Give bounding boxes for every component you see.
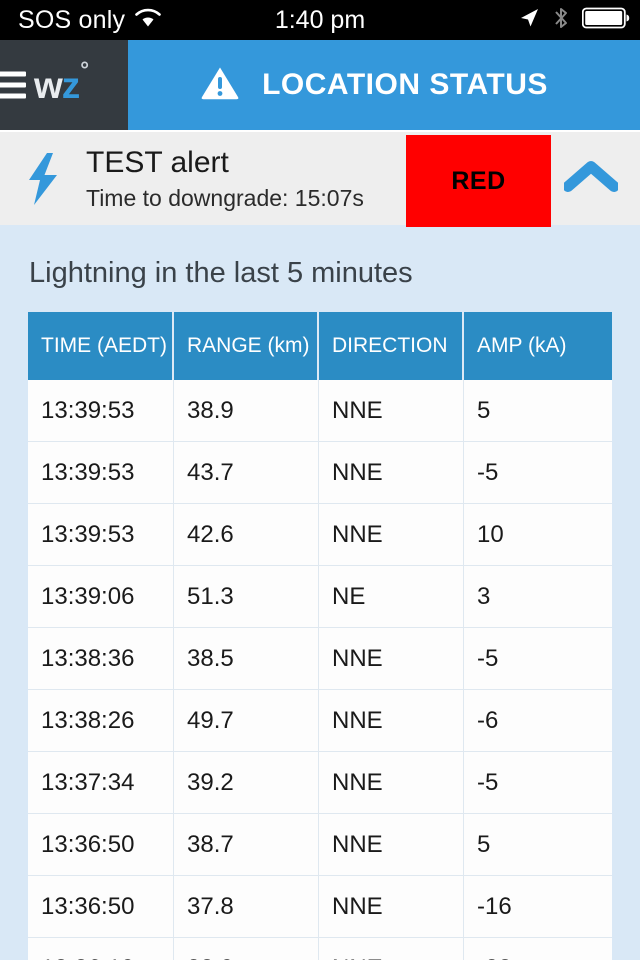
status-bar-left: SOS only (0, 5, 162, 35)
cell-direction: NNE (319, 938, 464, 960)
status-bar-right (518, 6, 630, 35)
hamburger-bar (0, 93, 26, 99)
bluetooth-icon (553, 6, 569, 35)
table-body: 13:39:53 38.9 NNE 5 13:39:53 43.7 NNE -5 13:39:5… (28, 380, 612, 960)
cell-time: 13:39:53 (28, 380, 174, 442)
table-row[interactable]: 13:38:36 38.5 NNE -5 (28, 628, 612, 690)
table-header: TIME (AEDT) RANGE (km) DIRECTION AMP (kA… (28, 312, 612, 380)
cell-range: 38.9 (174, 380, 319, 442)
table-row[interactable]: 13:38:26 49.7 NNE -6 (28, 690, 612, 752)
lightning-bolt-icon (12, 152, 74, 206)
cell-range: 38.9 (174, 938, 319, 960)
cell-range: 38.5 (174, 628, 319, 690)
cell-amp: 10 (464, 504, 612, 566)
cell-time: 13:36:19 (28, 938, 174, 960)
cell-amp: -28 (464, 938, 612, 960)
cell-amp: 5 (464, 380, 612, 442)
cell-amp: -16 (464, 876, 612, 938)
logo-letter-w: w (34, 64, 63, 106)
section-title: Lightning in the last 5 minutes (29, 257, 413, 289)
alert-bar[interactable]: TEST alert Time to downgrade: 15:07s RED (0, 130, 640, 227)
cell-direction: NNE (319, 504, 464, 566)
cell-time: 13:36:50 (28, 814, 174, 876)
table-row[interactable]: 13:39:53 43.7 NNE -5 (28, 442, 612, 504)
cell-time: 13:39:06 (28, 566, 174, 628)
main-content: Lightning in the last 5 minutes TIME (AE… (0, 225, 640, 960)
app-logo[interactable]: w z ° (34, 58, 89, 106)
app-header: w z ° LOCATION STATUS (0, 40, 640, 130)
hamburger-bar (0, 82, 26, 88)
table-row[interactable]: 13:36:1938.9NNE-28 (28, 938, 612, 960)
cell-range: 51.3 (174, 566, 319, 628)
cell-direction: NNE (319, 628, 464, 690)
wifi-icon (135, 8, 162, 33)
status-bar: SOS only 1:40 pm (0, 0, 640, 40)
page-title: LOCATION STATUS (262, 68, 548, 101)
battery-full-icon (581, 7, 630, 34)
logo-degree-symbol: ° (80, 56, 89, 82)
lightning-table: TIME (AEDT) RANGE (km) DIRECTION AMP (kA… (28, 312, 612, 960)
table-row[interactable]: 13:39:53 42.6 NNE 10 (28, 504, 612, 566)
table-row[interactable]: 13:39:53 38.9 NNE 5 (28, 380, 612, 442)
cell-range: 43.7 (174, 442, 319, 504)
cell-amp: -5 (464, 752, 612, 814)
cell-direction: NNE (319, 690, 464, 752)
cell-time: 13:38:36 (28, 628, 174, 690)
alert-downgrade-timer: Time to downgrade: 15:07s (86, 184, 364, 211)
column-header-direction[interactable]: DIRECTION (319, 312, 464, 380)
column-header-range[interactable]: RANGE (km) (174, 312, 319, 380)
cell-time: 13:38:26 (28, 690, 174, 752)
column-header-amp[interactable]: AMP (kA) (464, 312, 612, 380)
cell-time: 13:36:50 (28, 876, 174, 938)
cell-amp: -5 (464, 628, 612, 690)
cell-time: 13:39:53 (28, 504, 174, 566)
cell-amp: -6 (464, 690, 612, 752)
cell-direction: NNE (319, 814, 464, 876)
cell-amp: 5 (464, 814, 612, 876)
cell-direction: NNE (319, 752, 464, 814)
logo-letter-z: z (61, 64, 80, 106)
header-title-wrap: LOCATION STATUS (128, 40, 640, 130)
table-row[interactable]: 13:39:06 51.3 NE 3 (28, 566, 612, 628)
status-badge[interactable]: RED (406, 135, 551, 227)
cell-direction: NE (319, 566, 464, 628)
hamburger-menu-icon[interactable] (0, 71, 26, 99)
cell-range: 37.8 (174, 876, 319, 938)
cell-amp: 3 (464, 566, 612, 628)
cell-range: 38.7 (174, 814, 319, 876)
table-header-row: TIME (AEDT) RANGE (km) DIRECTION AMP (kA… (28, 312, 612, 380)
cell-time: 13:39:53 (28, 442, 174, 504)
cell-range: 49.7 (174, 690, 319, 752)
alert-title: TEST alert (86, 146, 229, 180)
table-row[interactable]: 13:36:50 38.7 NNE 5 (28, 814, 612, 876)
alert-text-block: TEST alert Time to downgrade: 15:07s (86, 146, 364, 211)
cell-amp: -5 (464, 442, 612, 504)
chevron-up-icon[interactable] (562, 159, 620, 198)
cell-direction: NNE (319, 442, 464, 504)
cell-direction: NNE (319, 876, 464, 938)
cell-direction: NNE (319, 380, 464, 442)
warning-triangle-icon (200, 65, 240, 106)
cell-range: 42.6 (174, 504, 319, 566)
location-arrow-icon (518, 7, 540, 34)
hamburger-bar (0, 71, 26, 77)
table-row[interactable]: 13:36:50 37.8 NNE -16 (28, 876, 612, 938)
table-row[interactable]: 13:37:34 39.2 NNE -5 (28, 752, 612, 814)
carrier-label: SOS only (18, 5, 126, 34)
logo-block: w z ° (0, 40, 128, 130)
column-header-time[interactable]: TIME (AEDT) (28, 312, 174, 380)
cell-range: 39.2 (174, 752, 319, 814)
cell-time: 13:37:34 (28, 752, 174, 814)
